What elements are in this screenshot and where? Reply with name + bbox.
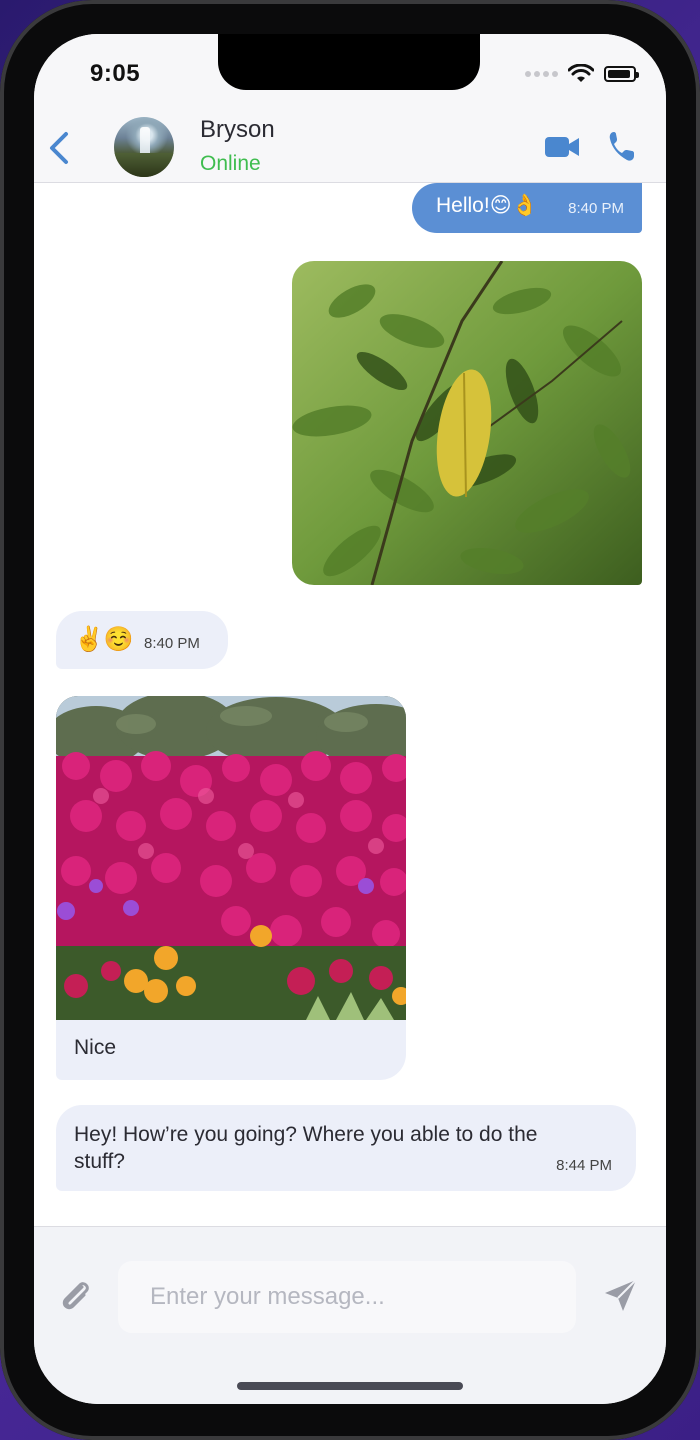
video-camera-icon[interactable] [544, 134, 580, 160]
chevron-left-icon[interactable] [46, 128, 72, 168]
incoming-image-message[interactable]: Nice [56, 696, 406, 1080]
message-input[interactable] [118, 1261, 576, 1333]
incoming-message[interactable]: ✌️☺️ 8:40 PM [56, 611, 228, 669]
leaves-photo [292, 261, 642, 585]
outgoing-message[interactable]: Hello!😊👌 8:40 PM [412, 183, 642, 233]
avatar[interactable] [114, 117, 174, 177]
phone-icon[interactable] [608, 130, 636, 162]
message-text: ✌️☺️ [74, 626, 134, 653]
contact-status: Online [200, 152, 261, 175]
flowers-photo [56, 696, 406, 1020]
message-time: 8:40 PM [144, 635, 200, 652]
message-time: 8:44 PM [556, 1157, 612, 1174]
status-time: 9:05 [90, 60, 141, 87]
contact-name: Bryson [200, 116, 275, 143]
cellular-signal-icon [525, 71, 558, 77]
message-composer [34, 1226, 666, 1404]
message-time: 8:40 PM [568, 200, 624, 217]
phone-frame: 9:05 Bryson Online Hello!😊👌 8:40 PM ✌️☺️… [0, 0, 700, 1440]
home-indicator[interactable] [237, 1382, 463, 1390]
paperclip-icon[interactable] [56, 1277, 94, 1315]
status-indicators [525, 64, 639, 84]
send-icon[interactable] [602, 1277, 640, 1315]
incoming-message[interactable]: Hey! How’re you going? Where you able to… [56, 1105, 636, 1191]
camera-notch [218, 34, 480, 90]
message-text: Hello!😊👌 [436, 194, 538, 217]
screen: 9:05 Bryson Online Hello!😊👌 8:40 PM ✌️☺️… [34, 34, 666, 1404]
battery-icon [604, 66, 639, 82]
message-list[interactable]: Hello!😊👌 8:40 PM ✌️☺️ 8:40 PM Nice Hey! … [34, 183, 666, 1226]
chat-header: Bryson Online [34, 114, 666, 183]
image-caption: Nice [74, 1036, 117, 1059]
outgoing-image-message[interactable] [292, 261, 642, 585]
wifi-icon [568, 64, 594, 82]
message-text: Hey! How’re you going? Where you able to… [74, 1123, 538, 1173]
